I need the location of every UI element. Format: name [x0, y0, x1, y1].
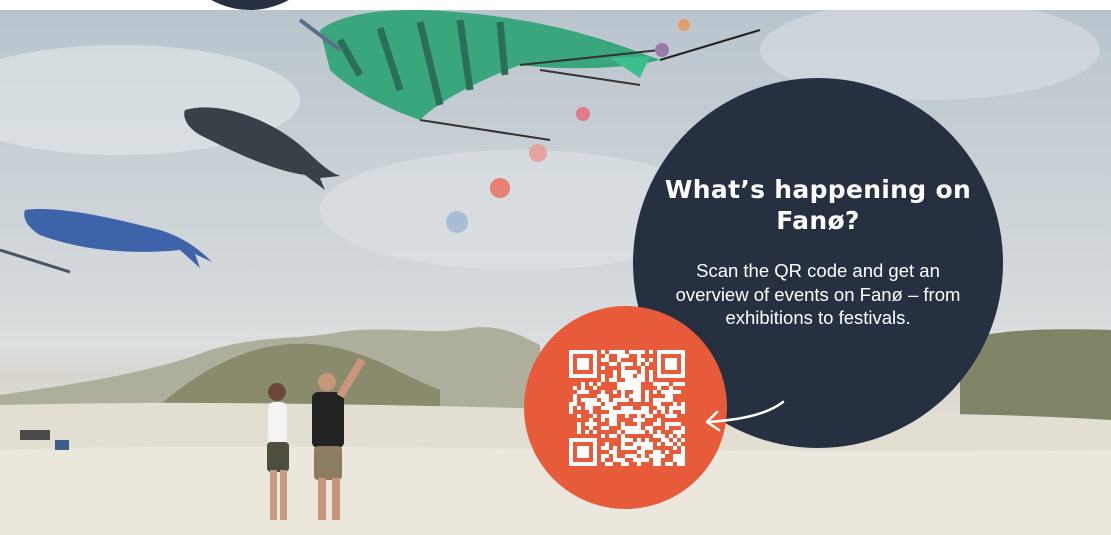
promo-body: Scan the QR code and get an overview of …	[675, 260, 961, 328]
decorative-circle	[170, 0, 330, 10]
promo-title: What’s happening on Fanø?	[664, 175, 972, 235]
qr-code-icon[interactable]	[569, 350, 685, 466]
curved-arrow-icon	[705, 400, 785, 432]
